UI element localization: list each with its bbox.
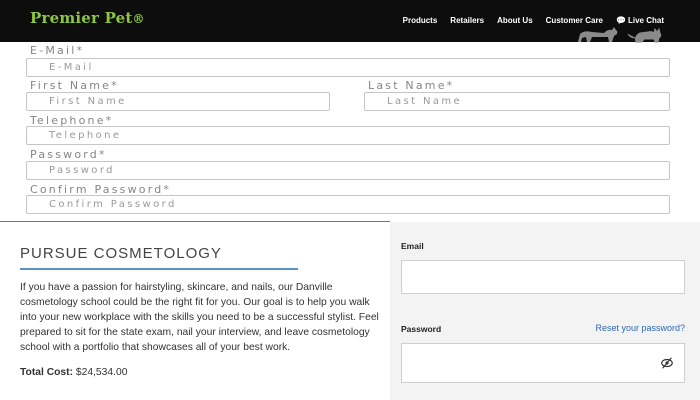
email-label: E-Mail* (30, 44, 85, 57)
last-name-input[interactable]: Last Name (364, 92, 670, 111)
password-placeholder: Password (49, 165, 115, 176)
register-password-input[interactable]: Password (26, 161, 670, 180)
first-name-label: First Name* (30, 79, 119, 92)
confirm-password-placeholder: Confirm Password (49, 199, 177, 210)
reset-password-link[interactable]: Reset your password? (595, 323, 685, 333)
nav-retailers[interactable]: Retailers (450, 16, 484, 25)
register-email-input[interactable]: E-Mail (26, 58, 670, 77)
brand-name: Premier Pet (30, 9, 133, 27)
dog-and-cat-silhouette-icon (578, 27, 662, 43)
first-name-placeholder: First Name (49, 96, 127, 107)
brand-logo[interactable]: Premier Pet® (30, 9, 145, 27)
login-email-input[interactable] (401, 260, 685, 294)
first-name-input[interactable]: First Name (26, 92, 330, 111)
cosmetology-article: PURSUE COSMETOLOGY If you have a passion… (20, 245, 380, 378)
password-label: Password* (30, 148, 107, 161)
login-password-input[interactable] (401, 343, 685, 383)
total-cost: Total Cost: $24,534.00 (20, 367, 127, 378)
total-cost-value: $24,534.00 (75, 367, 128, 378)
login-panel: Email Password Reset your password? (390, 222, 700, 400)
section-divider (0, 221, 390, 222)
top-nav-bar: Premier Pet® Products Retailers About Us… (0, 0, 700, 43)
login-email-label: Email (401, 241, 424, 251)
nav-products[interactable]: Products (403, 16, 438, 25)
article-title: PURSUE COSMETOLOGY (20, 245, 222, 262)
last-name-placeholder: Last Name (387, 96, 463, 107)
confirm-password-input[interactable]: Confirm Password (26, 195, 670, 214)
telephone-input[interactable]: Telephone (26, 126, 670, 145)
brand-registered-mark: ® (132, 12, 145, 26)
show-password-eye-slash-icon[interactable] (660, 356, 674, 370)
article-body: If you have a passion for hairstyling, s… (20, 282, 379, 353)
last-name-label: Last Name* (368, 79, 455, 92)
nav-about-us[interactable]: About Us (497, 16, 533, 25)
telephone-placeholder: Telephone (49, 130, 122, 141)
total-cost-label: Total Cost: (20, 367, 74, 378)
login-password-label: Password (401, 324, 442, 334)
email-placeholder: E-Mail (49, 62, 94, 73)
title-underline (20, 268, 298, 270)
